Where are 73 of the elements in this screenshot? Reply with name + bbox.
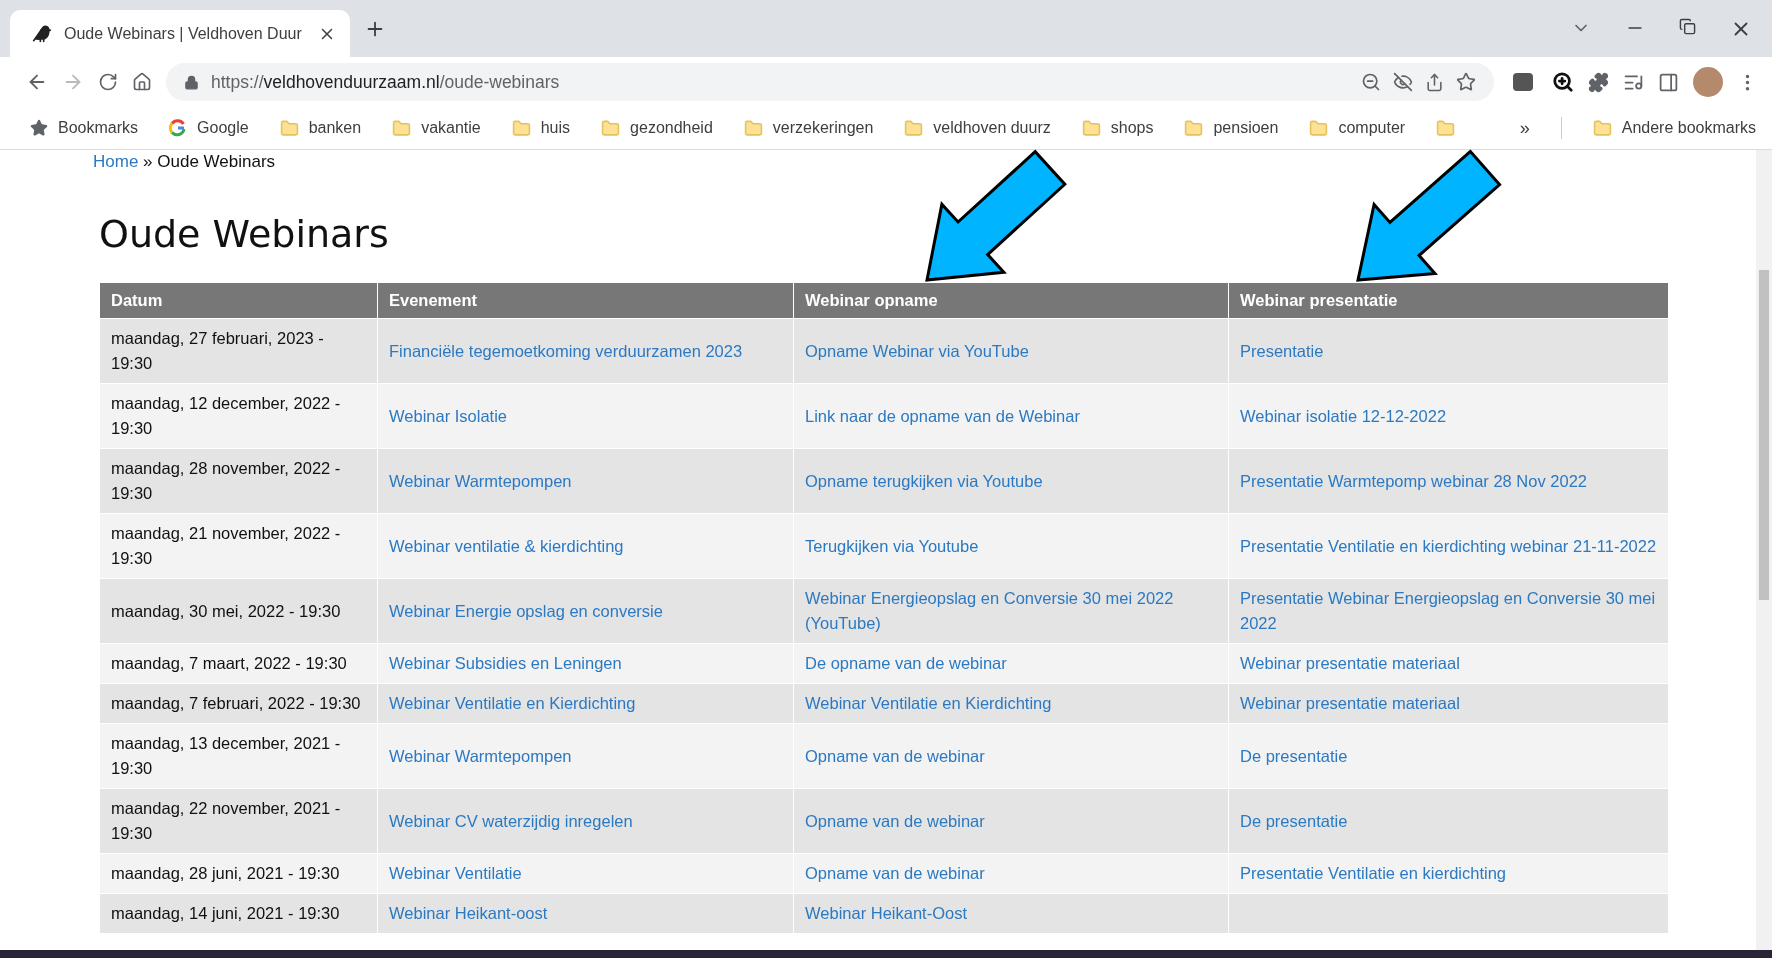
column-header: Webinar opname — [793, 282, 1229, 319]
bookmark-item[interactable]: shops — [1081, 118, 1154, 138]
bird-icon — [32, 23, 52, 44]
bookmark-item[interactable]: Google — [169, 119, 249, 137]
google-logo-icon — [169, 119, 188, 137]
column-header: Evenement — [377, 282, 794, 319]
date-cell: maandag, 7 maart, 2022 - 19:30 — [99, 643, 378, 684]
puzzle-icon[interactable] — [1588, 71, 1609, 93]
bookmark-item[interactable]: banken — [279, 118, 362, 138]
zoom-out-icon[interactable] — [1361, 72, 1381, 92]
folder-icon — [904, 118, 924, 138]
bookmark-item[interactable]: huis — [511, 118, 571, 138]
date-cell: maandag, 7 februari, 2022 - 19:30 — [99, 683, 378, 724]
bookmark-item[interactable]: vakantie — [392, 118, 481, 138]
column-header: Webinar presentatie — [1228, 282, 1669, 319]
event-link[interactable]: Webinar Warmtepompen — [389, 468, 572, 494]
folder-icon — [1081, 118, 1101, 138]
date-cell: maandag, 14 juni, 2021 - 19:30 — [99, 893, 378, 934]
event-link[interactable]: Webinar Isolatie — [389, 403, 507, 429]
home-icon[interactable] — [132, 72, 152, 92]
zoom-in-icon[interactable] — [1552, 71, 1574, 93]
folder-icon — [1592, 118, 1612, 138]
date-cell: maandag, 12 december, 2022 - 19:30 — [99, 383, 378, 449]
eye-off-icon[interactable] — [1393, 72, 1413, 92]
bookmark-item[interactable]: computer — [1309, 118, 1406, 138]
restore-icon[interactable] — [1679, 17, 1696, 35]
recording-link[interactable]: Terugkijken via Youtube — [805, 533, 979, 559]
side-panel-icon[interactable] — [1658, 71, 1679, 93]
bookmark-item[interactable]: gezondheid — [601, 118, 713, 138]
bookmarks-overflow[interactable]: » — [1519, 117, 1530, 139]
star-icon — [30, 119, 48, 137]
bookmark-item[interactable]: verzekeringen — [743, 118, 874, 138]
folder-icon — [601, 118, 621, 138]
presentation-link[interactable]: De presentatie — [1240, 808, 1348, 834]
page-title: Oude Webinars — [99, 212, 390, 256]
reload-icon[interactable] — [98, 72, 118, 92]
date-cell: maandag, 28 juni, 2021 - 19:30 — [99, 853, 378, 894]
event-link[interactable]: Webinar Warmtepompen — [389, 743, 572, 769]
date-cell: maandag, 30 mei, 2022 - 19:30 — [99, 578, 378, 644]
presentation-link[interactable]: Presentatie — [1240, 338, 1324, 364]
bookmark-item[interactable]: veldhoven duurz — [904, 118, 1051, 138]
tab-title: Oude Webinars | Veldhoven Duur — [64, 24, 303, 43]
address-bar[interactable]: https://veldhovenduurzaam.nl/oude-webinars — [166, 63, 1494, 101]
scrollbar[interactable] — [1756, 150, 1772, 950]
bookmark-item[interactable]: pensioen — [1184, 118, 1279, 138]
date-cell: maandag, 22 november, 2021 - 19:30 — [99, 788, 378, 854]
recording-link[interactable]: Opname van de webinar — [805, 743, 985, 769]
bookmark-item[interactable]: Andere bookmarks — [1592, 118, 1756, 138]
browser-tab[interactable]: Oude Webinars | Veldhoven Duur — [10, 10, 350, 57]
recording-link[interactable]: Opname van de webinar — [805, 808, 985, 834]
folder-icon — [392, 118, 412, 138]
bookmark-item[interactable]: Bookmarks — [30, 119, 139, 137]
breadcrumb-link[interactable]: Home — [93, 152, 139, 171]
lock-icon — [184, 74, 199, 90]
folder-icon — [1436, 118, 1456, 138]
folder-icon — [1309, 118, 1329, 138]
breadcrumb: Home » Oude Webinars — [93, 152, 277, 172]
folder-icon — [279, 118, 299, 138]
bookmark-star-icon[interactable] — [1456, 72, 1476, 92]
presentation-link[interactable]: Webinar isolatie 12-12-2022 — [1240, 403, 1447, 429]
folder-icon — [743, 118, 763, 138]
profile-avatar[interactable] — [1693, 67, 1723, 97]
url-text: https://veldhovenduurzaam.nl/oude-webinars — [211, 71, 561, 93]
presentation-link[interactable]: De presentatie — [1240, 743, 1348, 769]
folder-icon — [511, 118, 531, 138]
folder-icon — [1184, 118, 1204, 138]
date-cell: maandag, 28 november, 2022 - 19:30 — [99, 448, 378, 514]
event-link[interactable]: Webinar Ventilatie — [389, 861, 522, 886]
date-cell: maandag, 27 februari, 2023 - 19:30 — [99, 318, 378, 384]
date-cell: maandag, 21 november, 2022 - 19:30 — [99, 513, 378, 579]
share-icon[interactable] — [1425, 72, 1444, 92]
column-header: Datum — [99, 282, 378, 319]
date-cell: maandag, 13 december, 2021 - 19:30 — [99, 723, 378, 789]
